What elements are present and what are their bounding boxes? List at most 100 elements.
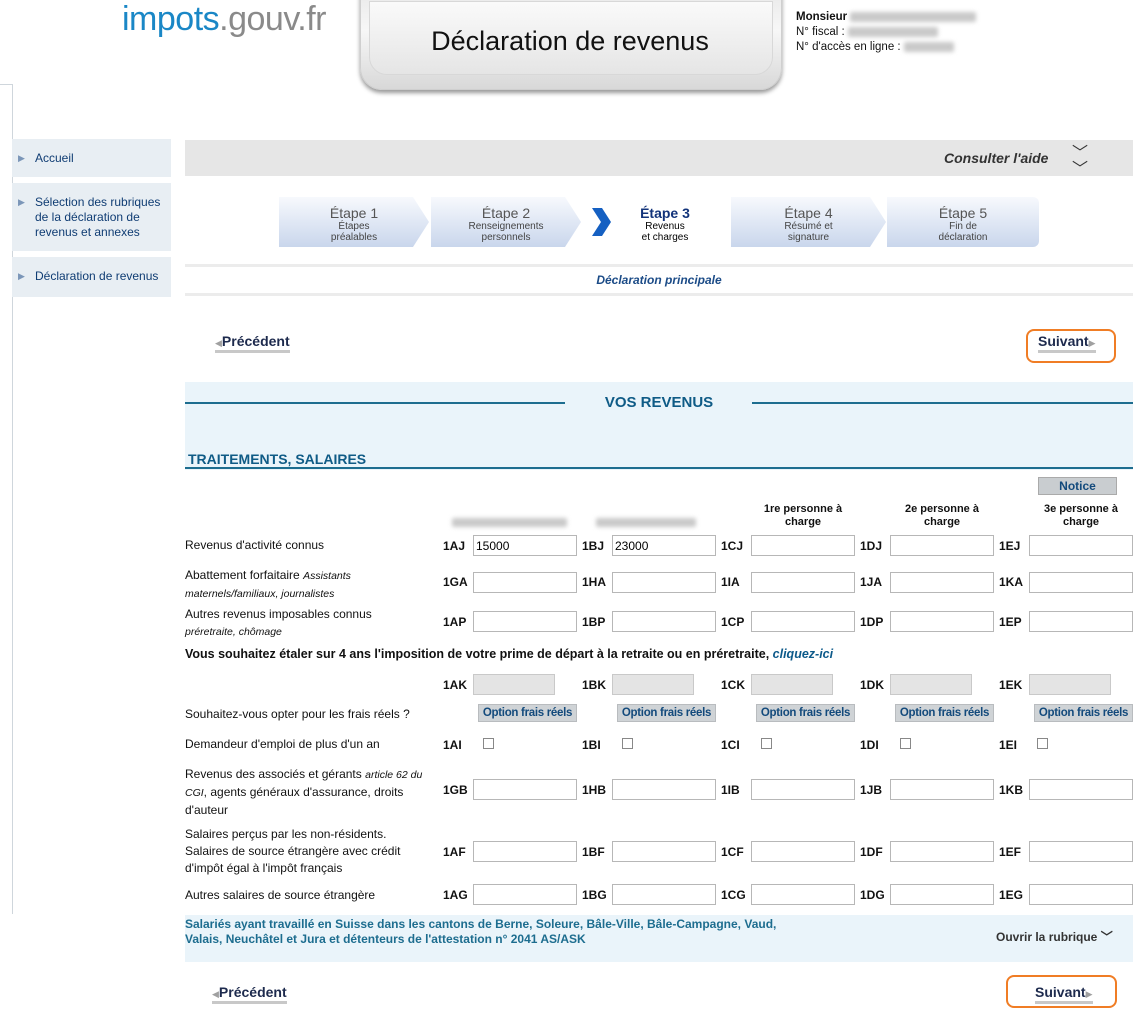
declaration-label: Déclaration principale	[596, 273, 722, 287]
next-button-bottom[interactable]: Suivant▶	[1035, 984, 1093, 1004]
row-label-autres-revenus: Autres revenus imposables connus préretra…	[185, 606, 405, 641]
checkbox-1bi[interactable]	[622, 738, 633, 749]
step-2: Étape 2 Renseignements personnels	[431, 197, 581, 247]
input-1ck	[751, 674, 833, 695]
checkbox-1di[interactable]	[900, 738, 911, 749]
input-1bg[interactable]	[612, 884, 716, 905]
input-1bj[interactable]	[612, 535, 716, 556]
sidebar-item-declaration[interactable]: ▶ Déclaration de revenus	[12, 257, 171, 297]
triangle-right-icon: ▶	[1088, 338, 1096, 348]
code-label: 1EG	[999, 888, 1024, 902]
input-1dg[interactable]	[890, 884, 994, 905]
input-1hb[interactable]	[612, 779, 716, 800]
input-1cf[interactable]	[751, 841, 855, 862]
user-info: Monsieur N° fiscal : N° d'accès en ligne…	[796, 10, 977, 55]
input-1kb[interactable]	[1029, 779, 1133, 800]
previous-button[interactable]: ◀Précédent	[215, 333, 290, 353]
code-label: 1DK	[860, 678, 885, 692]
code-label: 1CK	[721, 678, 746, 692]
frame-line	[0, 84, 12, 85]
input-1ej[interactable]	[1029, 535, 1133, 556]
option-frais-reels-button[interactable]: Option frais réels	[756, 704, 855, 722]
input-1bf[interactable]	[612, 841, 716, 862]
input-1ga[interactable]	[473, 572, 577, 593]
input-1gb[interactable]	[473, 779, 577, 800]
code-label: 1AJ	[443, 539, 466, 553]
step-3-current: Étape 3 Revenus et charges	[615, 197, 715, 243]
code-label: 1AF	[443, 845, 466, 859]
column-header-p2: 2e personne à charge	[905, 503, 979, 528]
code-label: 1CP	[721, 615, 745, 629]
input-1dp[interactable]	[890, 611, 994, 632]
next-label: Suivant	[1035, 984, 1086, 1000]
step-subtitle: Fin de déclaration	[938, 221, 988, 243]
code-label: 1CF	[721, 845, 744, 859]
step-title: Étape 5	[938, 205, 988, 221]
input-1cp[interactable]	[751, 611, 855, 632]
option-frais-reels-button[interactable]: Option frais réels	[617, 704, 716, 722]
code-label: 1AP	[443, 615, 467, 629]
input-1ep[interactable]	[1029, 611, 1133, 632]
checkbox-1ei[interactable]	[1037, 738, 1048, 749]
user-name-redacted	[850, 11, 977, 22]
input-1af[interactable]	[473, 841, 577, 862]
input-1ef[interactable]	[1029, 841, 1133, 862]
label-text-cont: , agents généraux d'assurance, droits d'…	[185, 785, 404, 817]
triangle-right-icon: ▶	[18, 153, 25, 163]
label-text: Autres revenus imposables connus	[185, 607, 372, 621]
label-text: Abattement forfaitaire	[185, 568, 300, 582]
input-1cj[interactable]	[751, 535, 855, 556]
input-1ek	[1029, 674, 1111, 695]
next-button[interactable]: Suivant▶	[1038, 333, 1096, 353]
help-link[interactable]: Consulter l'aide	[944, 150, 1048, 166]
option-frais-reels-button[interactable]: Option frais réels	[478, 704, 577, 722]
open-section-button[interactable]: Ouvrir la rubrique ﹀	[996, 928, 1113, 945]
cliquez-ici-link[interactable]: cliquez-ici	[773, 647, 833, 661]
declarant-1-name-redacted	[452, 518, 567, 527]
site-logo[interactable]: impots.gouv.fr	[122, 0, 327, 38]
sidebar-item-accueil[interactable]: ▶ Accueil	[12, 139, 171, 177]
code-label: 1EK	[999, 678, 1023, 692]
step-1: Étape 1 Étapes préalables	[279, 197, 429, 247]
column-header-p3: 3e personne à charge	[1044, 503, 1118, 528]
input-1ja[interactable]	[890, 572, 994, 593]
input-1ha[interactable]	[612, 572, 716, 593]
previous-button-bottom[interactable]: ◀Précédent	[212, 984, 287, 1004]
input-1ak	[473, 674, 555, 695]
row-label-frais-reels: Souhaitez-vous opter pour les frais réel…	[185, 707, 410, 721]
step-subtitle: Étapes préalables	[330, 221, 378, 243]
row-label-associes-gerants: Revenus des associés et gérants article …	[185, 766, 440, 819]
input-1bp[interactable]	[612, 611, 716, 632]
code-label: 1EF	[999, 845, 1022, 859]
code-label: 1JA	[860, 575, 883, 589]
input-1eg[interactable]	[1029, 884, 1133, 905]
step-title: Étape 4	[784, 205, 833, 221]
code-label: 1BF	[582, 845, 605, 859]
checkbox-1ai[interactable]	[483, 738, 494, 749]
input-1dj[interactable]	[890, 535, 994, 556]
input-1cg[interactable]	[751, 884, 855, 905]
double-chevron-down-icon[interactable]: ﹀ ﹀	[1072, 146, 1088, 178]
input-1jb[interactable]	[890, 779, 994, 800]
input-1ap[interactable]	[473, 611, 577, 632]
input-1ag[interactable]	[473, 884, 577, 905]
notice-button[interactable]: Notice	[1038, 477, 1117, 495]
option-frais-reels-button[interactable]: Option frais réels	[1034, 704, 1133, 722]
code-label: 1BG	[582, 888, 607, 902]
option-frais-reels-button[interactable]: Option frais réels	[895, 704, 994, 722]
logo-text-impots: impots	[122, 0, 220, 38]
input-1aj[interactable]	[473, 535, 577, 556]
checkbox-1ci[interactable]	[761, 738, 772, 749]
sidebar-item-selection[interactable]: ▶ Sélection des rubriques de la déclarati…	[12, 183, 171, 251]
code-label: 1AG	[443, 888, 468, 902]
input-1ka[interactable]	[1029, 572, 1133, 593]
input-1ib[interactable]	[751, 779, 855, 800]
code-label: 1JB	[860, 783, 883, 797]
etaler-label: Vous souhaitez étaler sur 4 ans l'imposi…	[185, 647, 770, 661]
current-step-arrow-icon	[592, 208, 611, 236]
step-title: Étape 2	[481, 205, 531, 221]
sidebar-item-label: Sélection des rubriques de la déclaratio…	[35, 195, 161, 239]
input-1ia[interactable]	[751, 572, 855, 593]
logo-text-gouv: .gouv.fr	[219, 0, 327, 38]
input-1df[interactable]	[890, 841, 994, 862]
